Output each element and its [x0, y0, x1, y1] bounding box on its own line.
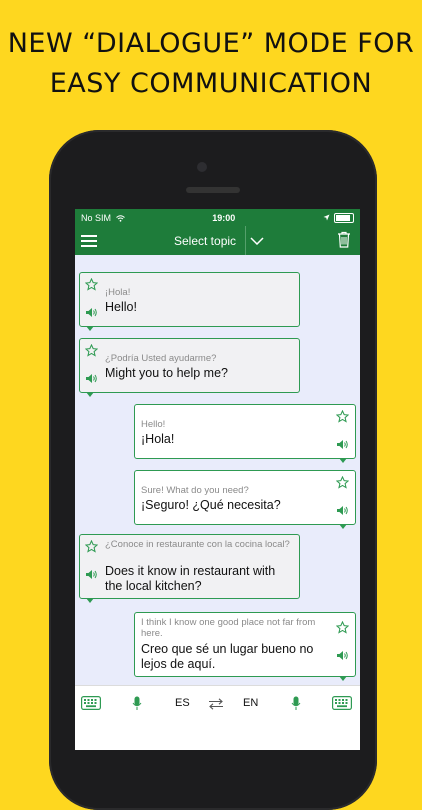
nav-bar: Select topic — [75, 226, 360, 255]
keyboard-icon[interactable] — [81, 696, 101, 710]
microphone-icon[interactable] — [291, 696, 301, 711]
chevron-down-icon[interactable] — [245, 226, 268, 255]
speaker-icon[interactable] — [336, 650, 349, 661]
keyboard-icon[interactable] — [332, 696, 352, 710]
star-icon[interactable] — [85, 540, 98, 553]
bubble-tail — [339, 458, 347, 463]
speaker-icon[interactable] — [336, 439, 349, 450]
star-icon[interactable] — [336, 476, 349, 489]
trash-icon[interactable] — [337, 231, 351, 253]
message-translation: ¿Podría Usted ayudarme? — [105, 353, 217, 364]
bubble-tail — [86, 326, 94, 331]
status-bar: No SIM 19:00 — [75, 209, 360, 226]
message-original: Might you to help me? — [105, 366, 228, 380]
clock: 19:00 — [212, 212, 236, 223]
status-right — [323, 212, 354, 223]
message-original: ¡Hola! — [141, 432, 175, 446]
message-original: Does it know in restaurant with the loca… — [105, 564, 276, 593]
bubble-tail — [86, 392, 94, 397]
promo-headline: NEW “DIALOGUE” MODE FOR EASY COMMUNICATI… — [0, 24, 422, 104]
swap-arrows-icon[interactable] — [208, 698, 224, 710]
hamburger-icon[interactable] — [81, 233, 97, 247]
speaker-icon[interactable] — [336, 505, 349, 516]
carrier-text: No SIM — [81, 212, 112, 223]
speaker-icon[interactable] — [85, 569, 98, 580]
message-bubble[interactable]: Sure! What do you need? ¡Seguro! ¿Qué ne… — [134, 470, 356, 529]
app-screen: No SIM 19:00 Select topic ¡Hola! Hello! — [75, 209, 360, 750]
location-arrow-icon — [323, 214, 330, 221]
headline-line-2: EASY COMMUNICATION — [49, 68, 373, 99]
star-icon[interactable] — [336, 410, 349, 423]
speaker-icon[interactable] — [85, 373, 98, 384]
carrier-label: No SIM — [81, 213, 125, 223]
message-translation: ¿Conoce in restaurante con la cocina loc… — [105, 539, 290, 550]
headline-line-1: NEW “DIALOGUE” MODE FOR — [7, 28, 415, 59]
message-translation: I think I know one good place not far fr… — [141, 617, 316, 639]
message-translation: Hello! — [141, 419, 166, 430]
message-original: ¡Seguro! ¿Qué necesita? — [141, 498, 281, 512]
earpiece-speaker — [186, 187, 240, 193]
star-icon[interactable] — [336, 621, 349, 634]
target-language-button[interactable]: EN — [243, 697, 258, 709]
message-bubble[interactable]: I think I know one good place not far fr… — [134, 612, 356, 681]
bubble-tail — [339, 676, 347, 681]
star-icon[interactable] — [85, 278, 98, 291]
bubble-tail — [339, 524, 347, 529]
message-translation: ¡Hola! — [105, 287, 131, 298]
message-bubble[interactable]: ¡Hola! Hello! — [79, 272, 300, 331]
message-bubble[interactable]: ¿Conoce in restaurante con la cocina loc… — [79, 534, 300, 603]
dialogue-list[interactable]: ¡Hola! Hello! ¿Podría Usted ayudarme? Mi… — [75, 255, 360, 685]
select-topic-button[interactable]: Select topic — [174, 234, 236, 248]
speaker-icon[interactable] — [85, 307, 98, 318]
source-language-button[interactable]: ES — [175, 697, 190, 709]
camera-dot — [197, 162, 207, 172]
message-bubble[interactable]: Hello! ¡Hola! — [134, 404, 356, 463]
microphone-icon[interactable] — [132, 696, 142, 711]
message-original: Creo que sé un lugar bueno no lejos de a… — [141, 642, 314, 671]
message-original: Hello! — [105, 300, 137, 314]
star-icon[interactable] — [85, 344, 98, 357]
message-translation: Sure! What do you need? — [141, 485, 249, 496]
language-toolbar: ES EN — [75, 685, 360, 722]
wifi-icon — [115, 214, 125, 222]
bubble-tail — [86, 598, 94, 603]
battery-icon — [334, 212, 354, 223]
message-bubble[interactable]: ¿Podría Usted ayudarme? Might you to hel… — [79, 338, 300, 397]
